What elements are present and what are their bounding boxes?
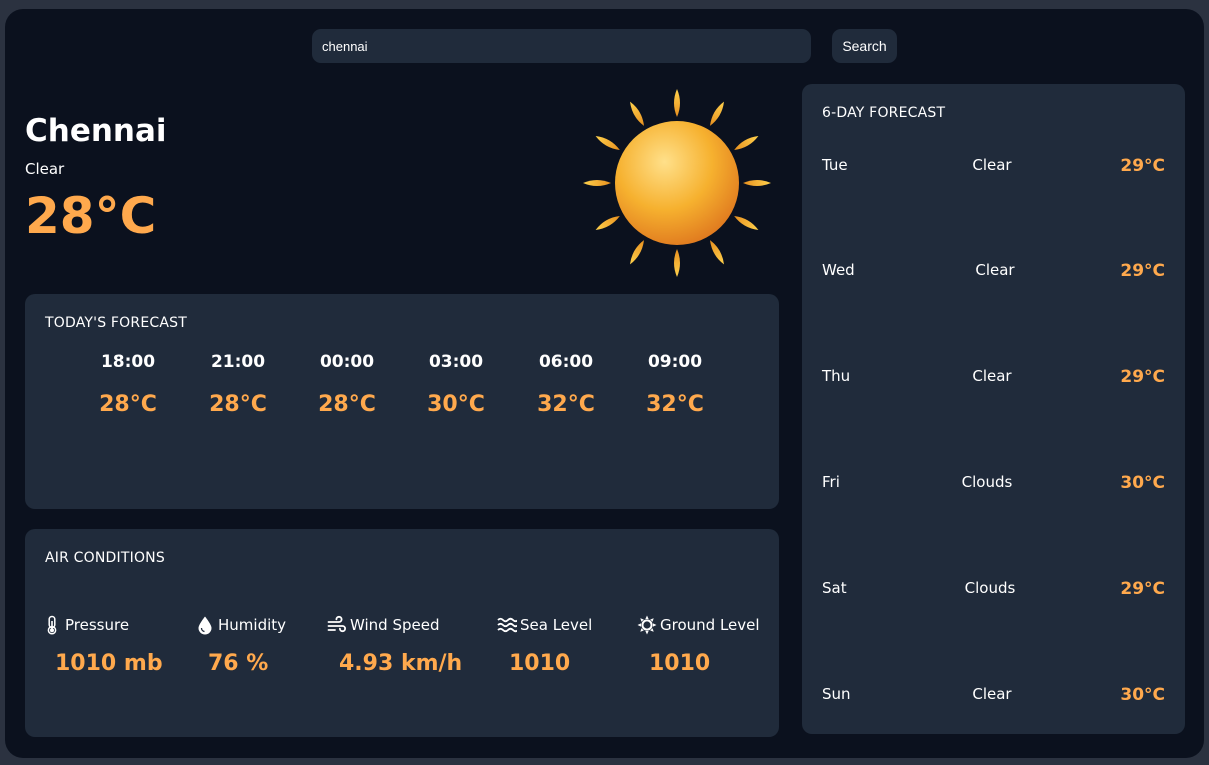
six-day-forecast-title: 6-DAY FORECAST [822,105,946,121]
waves-icon [497,617,517,633]
day-condition: Clear [972,156,1012,174]
day-temp: 29°C [1120,156,1165,176]
day-condition: Clouds [961,473,1013,491]
city-name: Chennai [25,113,167,149]
sun-ray [710,101,724,126]
hour-time: 06:00 [538,352,594,372]
todays-forecast-card: TODAY'S FORECAST 18:00 28°C 21:00 28°C 0… [25,294,779,509]
search-input[interactable] [312,29,811,63]
search-button[interactable]: Search [832,29,897,63]
hourly-item: 09:00 32°C [630,352,720,417]
humidity-item: Humidity 76 % [195,615,287,676]
ground-level-item: Ground Level 1010 [637,615,760,676]
weather-app: Search Chennai Clear 28°C TODAY'S FORECA… [5,9,1204,758]
hour-time: 00:00 [319,352,375,372]
air-conditions-title: AIR CONDITIONS [45,550,165,566]
sun-ray [674,249,680,277]
sun-gear-icon [637,615,657,635]
hourly-item: 06:00 32°C [521,352,611,417]
day-temp: 29°C [1120,579,1165,599]
wind-icon [327,615,346,633]
six-day-forecast-card: 6-DAY FORECAST Tue Clear 29°C Wed Clear … [802,84,1185,734]
day-name: Wed [822,261,855,279]
wind-speed-label: Wind Speed [350,616,440,634]
hour-temp: 28°C [209,392,267,417]
sun-ray [595,216,620,231]
thermometer-icon [47,615,57,635]
wind-speed-value: 4.93 km/h [339,651,463,676]
day-temp: 29°C [1120,261,1165,281]
pressure-label: Pressure [65,616,130,634]
forecast-day-row: Thu Clear 29°C [802,367,1185,391]
ground-level-value: 1010 [649,651,711,676]
sun-ray [710,240,724,265]
day-name: Tue [822,156,848,174]
day-condition: Clear [972,367,1012,385]
todays-forecast-title: TODAY'S FORECAST [45,315,187,331]
day-temp: 30°C [1120,685,1165,705]
forecast-day-row: Sun Clear 30°C [802,685,1185,709]
day-condition: Clear [975,261,1015,279]
sea-level-label: Sea Level [520,616,593,634]
sun-ray [630,240,644,265]
sun-ray [630,101,644,126]
hour-temp: 32°C [537,392,595,417]
sun-ray [595,136,620,150]
hour-time: 09:00 [647,352,703,372]
hourly-item: 03:00 30°C [411,352,501,417]
forecast-day-row: Tue Clear 29°C [802,156,1185,180]
hour-temp: 32°C [646,392,704,417]
day-temp: 30°C [1120,473,1165,493]
hourly-item: 00:00 28°C [302,352,392,417]
wind-speed-item: Wind Speed 4.93 km/h [327,615,462,676]
sun-ray [734,136,759,150]
forecast-day-row: Fri Clouds 30°C [802,473,1185,497]
sun-ray [734,216,759,230]
air-conditions-card: AIR CONDITIONS Pressure 1010 mb Humidity… [25,529,779,737]
ground-level-label: Ground Level [660,616,760,634]
sun-icon [583,89,771,277]
day-temp: 29°C [1120,367,1165,387]
day-condition: Clear [972,685,1012,703]
day-name: Sun [822,685,851,703]
day-name: Thu [822,367,851,385]
hour-time: 18:00 [100,352,156,372]
humidity-value: 76 % [208,651,269,676]
current-condition: Clear [25,160,65,178]
sea-level-item: Sea Level 1010 [497,615,593,676]
sun-ray [674,89,680,117]
hour-temp: 30°C [427,392,485,417]
day-condition: Clouds [964,579,1016,597]
sun-ray [583,180,611,186]
forecast-day-row: Wed Clear 29°C [802,261,1185,285]
pressure-item: Pressure 1010 mb [42,615,163,676]
hour-time: 21:00 [210,352,266,372]
hour-time: 03:00 [428,352,484,372]
current-temperature: 28°C [25,187,157,245]
hour-temp: 28°C [318,392,376,417]
hourly-item: 21:00 28°C [193,352,283,417]
sea-level-value: 1010 [509,651,571,676]
day-name: Sat [822,579,847,597]
hour-temp: 28°C [99,392,157,417]
pressure-value: 1010 mb [55,651,163,676]
water-drop-icon [198,616,212,635]
day-name: Fri [822,473,840,491]
hourly-item: 18:00 28°C [83,352,173,417]
humidity-label: Humidity [218,616,287,634]
forecast-day-row: Sat Clouds 29°C [802,579,1185,603]
sun-ray [743,180,771,186]
